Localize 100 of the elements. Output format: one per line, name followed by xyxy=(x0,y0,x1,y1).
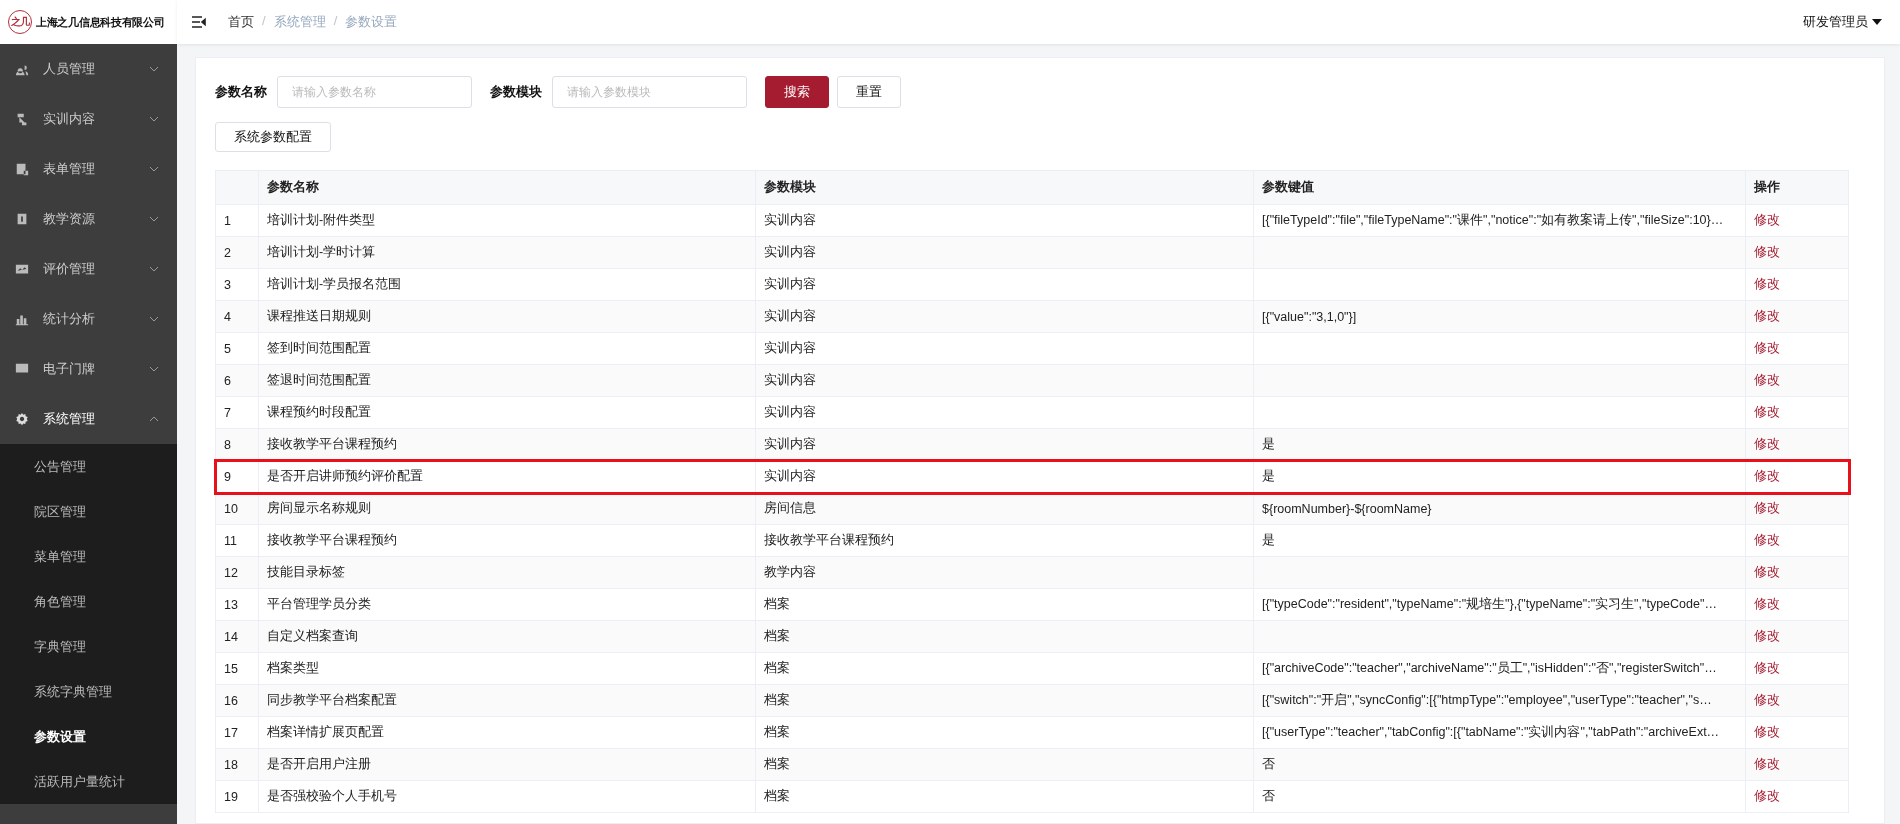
edit-link[interactable]: 修改 xyxy=(1754,341,1780,355)
menu-item[interactable]: 统计分析 xyxy=(0,294,177,344)
caret-icon xyxy=(1872,19,1882,25)
column-header: 参数模块 xyxy=(755,170,1254,205)
edit-link[interactable]: 修改 xyxy=(1754,309,1780,323)
table-cell: 是 xyxy=(1253,428,1746,461)
table-cell: 档案 xyxy=(755,748,1254,781)
table-cell: 实训内容 xyxy=(755,332,1254,365)
table-cell: 签到时间范围配置 xyxy=(258,332,756,365)
table-cell: 3 xyxy=(215,268,259,301)
edit-link[interactable]: 修改 xyxy=(1754,469,1780,483)
table-cell: 是 xyxy=(1253,524,1746,557)
company-name: 上海之几信息科技有限公司 xyxy=(36,14,165,30)
chevron-up-icon xyxy=(149,416,159,422)
user-menu[interactable]: 研发管理员 xyxy=(1803,13,1882,31)
menu-icon xyxy=(15,262,29,276)
menu-item[interactable]: 电子门牌 xyxy=(0,344,177,394)
config-button[interactable]: 系统参数配置 xyxy=(215,122,331,152)
submenu-item[interactable]: 字典管理 xyxy=(0,624,177,669)
search-field[interactable]: 请输入参数模块 xyxy=(552,76,747,108)
table-cell: 实训内容 xyxy=(755,268,1254,301)
edit-link[interactable]: 修改 xyxy=(1754,245,1780,259)
table-cell: 档案类型 xyxy=(258,652,756,685)
table-cell: 实训内容 xyxy=(755,204,1254,237)
edit-link[interactable]: 修改 xyxy=(1754,661,1780,675)
table-cell: 档案详情扩展页配置 xyxy=(258,716,756,749)
submenu-item[interactable]: 角色管理 xyxy=(0,579,177,624)
table-cell: 19 xyxy=(215,780,259,813)
table-cell: 5 xyxy=(215,332,259,365)
menu-item[interactable]: 表单管理 xyxy=(0,144,177,194)
menu-item[interactable]: 系统管理 xyxy=(0,394,177,444)
table-cell: 课程预约时段配置 xyxy=(258,396,756,429)
table-cell: [{"switch":"开启","syncConfig":[{"htmpType":"employee","userType":"teacher","s… xyxy=(1253,684,1746,717)
submenu-item[interactable]: 院区管理 xyxy=(0,489,177,534)
table-cell: 4 xyxy=(215,300,259,333)
table-cell: 接收教学平台课程预约 xyxy=(755,524,1254,557)
edit-link[interactable]: 修改 xyxy=(1754,213,1780,227)
table-cell: 否 xyxy=(1253,748,1746,781)
edit-link[interactable]: 修改 xyxy=(1754,277,1780,291)
chevron-down-icon xyxy=(149,216,159,222)
submenu-item[interactable]: 活跃用户量统计 xyxy=(0,759,177,804)
chevron-down-icon xyxy=(149,366,159,372)
edit-link[interactable]: 修改 xyxy=(1754,373,1780,387)
reset-button[interactable]: 重置 xyxy=(837,76,901,108)
menu-item[interactable]: 人员管理 xyxy=(0,44,177,94)
table-cell: 8 xyxy=(215,428,259,461)
column-header: 参数键值 xyxy=(1253,170,1746,205)
breadcrumb-link[interactable]: 首页 xyxy=(228,13,254,31)
submenu-item[interactable]: 菜单管理 xyxy=(0,534,177,579)
field-label: 参数名称 xyxy=(215,83,267,101)
submenu-item[interactable]: 公告管理 xyxy=(0,444,177,489)
edit-link[interactable]: 修改 xyxy=(1754,597,1780,611)
edit-link[interactable]: 修改 xyxy=(1754,629,1780,643)
table-cell: 14 xyxy=(215,620,259,653)
table-cell: 培训计划-附件类型 xyxy=(258,204,756,237)
edit-link[interactable]: 修改 xyxy=(1754,405,1780,419)
field-label: 参数模块 xyxy=(490,83,542,101)
table-cell: 17 xyxy=(215,716,259,749)
search-button[interactable]: 搜索 xyxy=(765,76,829,108)
table-cell: 实训内容 xyxy=(755,300,1254,333)
edit-link[interactable]: 修改 xyxy=(1754,693,1780,707)
table-cell: 档案 xyxy=(755,652,1254,685)
menu-item[interactable]: 教学资源 xyxy=(0,194,177,244)
edit-link[interactable]: 修改 xyxy=(1754,437,1780,451)
edit-link[interactable]: 修改 xyxy=(1754,565,1780,579)
edit-link[interactable]: 修改 xyxy=(1754,533,1780,547)
menu-icon xyxy=(15,362,29,376)
chevron-down-icon xyxy=(149,116,159,122)
search-field[interactable]: 请输入参数名称 xyxy=(277,76,472,108)
table-cell: 2 xyxy=(215,236,259,269)
table-cell: 实训内容 xyxy=(755,364,1254,397)
table-cell: 档案 xyxy=(755,780,1254,813)
table-cell: [{"archiveCode":"teacher","archiveName":"员工","isHidden":"否","registerSwitch"… xyxy=(1253,652,1746,685)
edit-link[interactable]: 修改 xyxy=(1754,789,1780,803)
edit-link[interactable]: 修改 xyxy=(1754,757,1780,771)
table-cell: [{"fileTypeId":"file","fileTypeName":"课件","notice":"如有教案请上传","fileSize":10}… xyxy=(1253,204,1746,237)
table-cell: 实训内容 xyxy=(755,236,1254,269)
menu-icon xyxy=(15,412,29,426)
edit-link[interactable]: 修改 xyxy=(1754,501,1780,515)
breadcrumb-separator: / xyxy=(333,13,338,30)
table-cell: 培训计划-学员报名范围 xyxy=(258,268,756,301)
chevron-down-icon xyxy=(149,316,159,322)
menu-item[interactable]: 实训内容 xyxy=(0,94,177,144)
menu-icon xyxy=(15,112,29,126)
edit-link[interactable]: 修改 xyxy=(1754,725,1780,739)
table-cell: 档案 xyxy=(755,588,1254,621)
breadcrumb-separator: / xyxy=(262,13,266,30)
submenu-item[interactable]: 参数设置 xyxy=(0,714,177,759)
table-cell: 实训内容 xyxy=(755,428,1254,461)
column-header: 操作 xyxy=(1745,170,1849,205)
table-cell: 是否开启用户注册 xyxy=(258,748,756,781)
table-cell: 档案 xyxy=(755,684,1254,717)
menu-icon[interactable] xyxy=(192,16,206,28)
table-cell: [{"typeCode":"resident","typeName":"规培生"},{"typeName":"实习生","typeCode"… xyxy=(1253,588,1746,621)
table-cell: 课程推送日期规则 xyxy=(258,300,756,333)
table-cell: 1 xyxy=(215,204,259,237)
table-cell: 11 xyxy=(215,524,259,557)
submenu-item[interactable]: 系统字典管理 xyxy=(0,669,177,714)
table-cell: 12 xyxy=(215,556,259,589)
menu-item[interactable]: 评价管理 xyxy=(0,244,177,294)
